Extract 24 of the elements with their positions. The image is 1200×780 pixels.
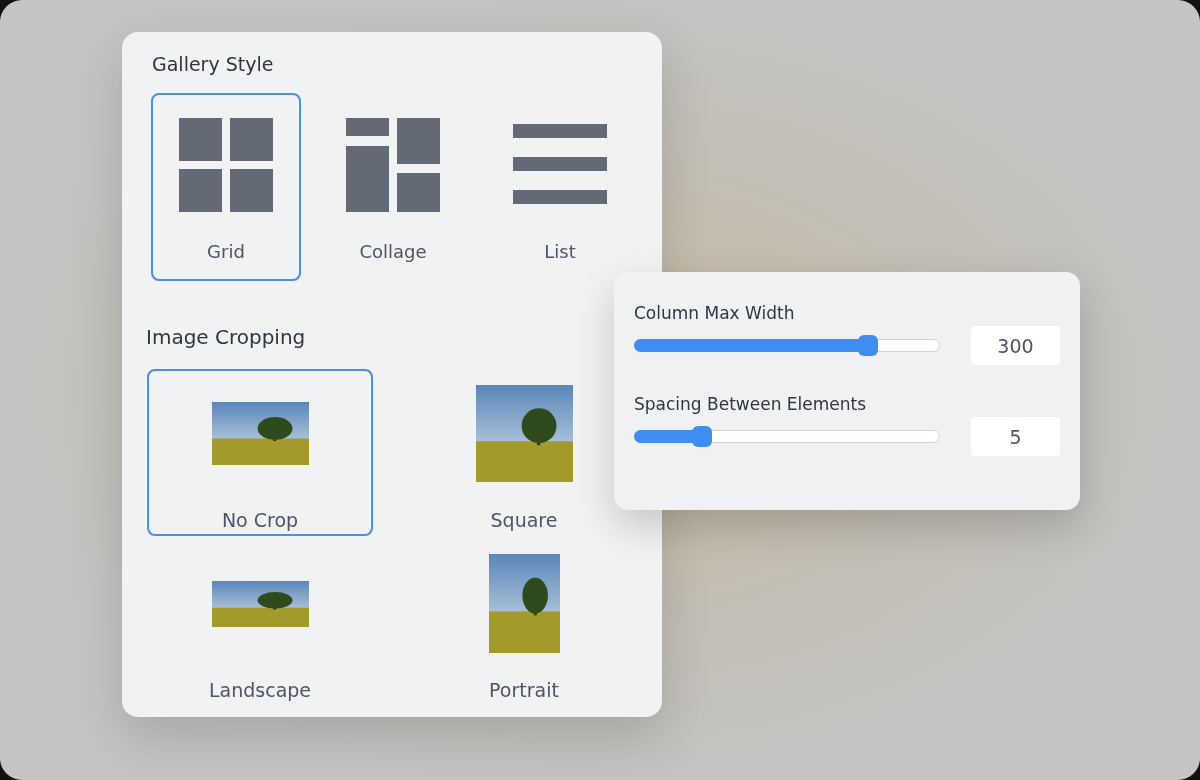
option-label: Portrait [489, 677, 559, 703]
option-label: Collage [359, 240, 427, 264]
section-title: Gallery Style [152, 52, 275, 76]
option-label: No Crop [221, 507, 299, 533]
option-label: List [544, 240, 576, 264]
gallery-style-option[interactable]: Grid [151, 93, 301, 281]
option-label: Square [490, 507, 558, 533]
value-field[interactable]: 300 [971, 326, 1060, 365]
grid-layout-icon [179, 118, 273, 212]
option-label: Landscape [208, 677, 312, 703]
crop-option[interactable]: No Crop [147, 369, 373, 536]
slider-thumb[interactable] [692, 426, 713, 447]
option-label: Grid [207, 240, 245, 264]
crop-option[interactable]: Portrait [434, 539, 614, 706]
crop-option[interactable]: Square [434, 369, 614, 536]
setting-label: Spacing Between Elements [634, 393, 868, 415]
gallery-style-option[interactable]: Collage [318, 93, 468, 281]
value-field[interactable]: 5 [971, 417, 1060, 456]
section-title: Image Cropping [146, 325, 307, 349]
setting-label: Column Max Width [634, 302, 796, 324]
collage-layout-icon [346, 118, 440, 212]
gallery-style-option[interactable]: List [485, 93, 635, 281]
slider-thumb[interactable] [857, 335, 878, 356]
crop-option[interactable]: Landscape [147, 539, 373, 706]
